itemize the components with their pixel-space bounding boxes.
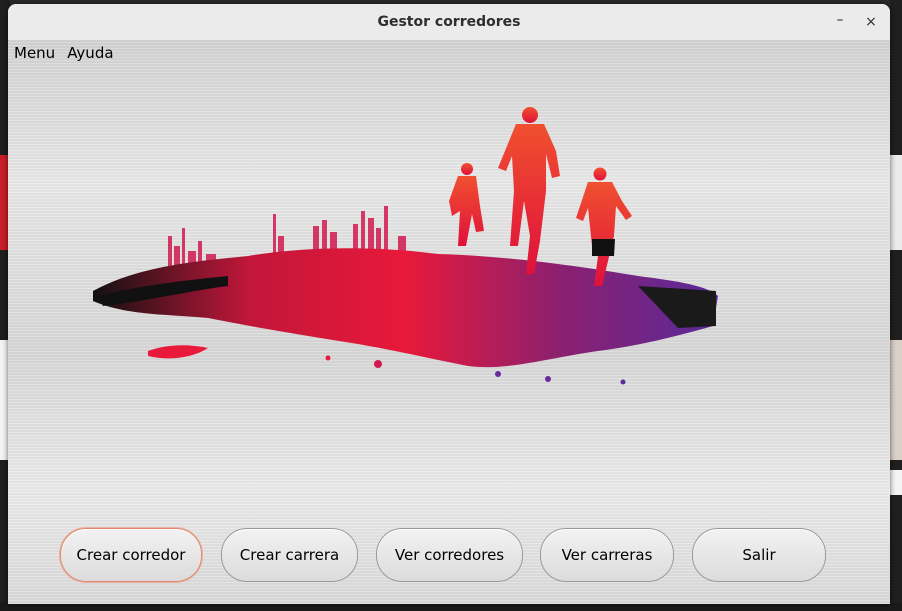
minimize-button[interactable]: – [830,10,850,30]
crear-carrera-button[interactable]: Crear carrera [221,528,358,582]
app-window: Gestor corredores – × Menu Ayuda Crear c… [8,4,890,604]
window-title: Gestor corredores [377,14,521,30]
menu-item-menu[interactable]: Menu [14,44,55,66]
crear-corredor-button[interactable]: Crear corredor [60,528,202,582]
desktop-bottom-edge [0,603,902,611]
desktop-thumbnail [890,470,902,495]
close-button[interactable]: × [861,12,881,32]
ver-carreras-button[interactable]: Ver carreras [540,528,674,582]
desktop-thumbnail [890,340,902,460]
desktop-right-edge [890,0,902,611]
desktop-thumbnail [890,155,902,250]
runner-left [449,163,484,246]
menu-item-ayuda[interactable]: Ayuda [67,44,113,66]
ver-corredores-button[interactable]: Ver corredores [376,528,523,582]
main-panel: Menu Ayuda Crear corredor Crear carrera … [8,41,890,604]
salir-button[interactable]: Salir [692,528,826,582]
title-bar[interactable]: Gestor corredores – × [8,4,890,41]
menu-bar: Menu Ayuda [14,44,114,66]
runners-city-splash-art [93,107,718,385]
runner-center [498,107,560,274]
